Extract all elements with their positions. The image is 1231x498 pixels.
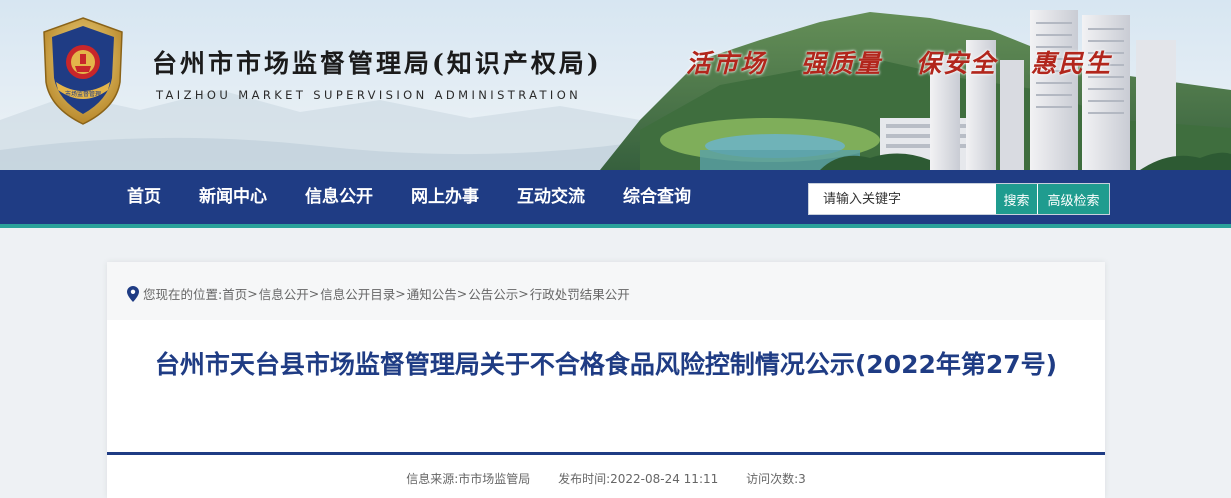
location-pin-icon <box>127 285 139 302</box>
nav-item-query[interactable]: 综合查询 <box>604 170 710 224</box>
nav-item-info-disclosure[interactable]: 信息公开 <box>286 170 392 224</box>
publish-time: 发布时间:2022-08-24 11:11 <box>558 472 719 486</box>
slogan: 活市场 <box>686 49 768 78</box>
breadcrumb-prefix: 您现在的位置: <box>143 287 223 302</box>
nav-menu: 首页 新闻中心 信息公开 网上办事 互动交流 综合查询 <box>108 170 710 224</box>
breadcrumb-bar: 您现在的位置: 首页 > 信息公开 > 信息公开目录 > 通知公告 > 公告公示 > 行政… <box>107 262 1105 320</box>
search-bar: 搜索 高级检索 <box>808 183 1110 215</box>
nav-item-news[interactable]: 新闻中心 <box>180 170 286 224</box>
search-button[interactable]: 搜索 <box>995 184 1037 214</box>
breadcrumb-announcements[interactable]: 公告公示 <box>468 284 518 303</box>
breadcrumb-info-disclosure[interactable]: 信息公开 <box>259 284 309 303</box>
info-source: 信息来源:市市场监管局 <box>406 472 531 486</box>
slogan-group: 活市场 强质量 保安全 惠民生 <box>686 44 1112 80</box>
breadcrumb-separator: > <box>456 286 468 301</box>
breadcrumb-separator: > <box>395 286 406 301</box>
nav-item-home[interactable]: 首页 <box>108 170 180 224</box>
breadcrumb-separator: > <box>247 286 258 301</box>
article-title: 台州市天台县市场监督管理局关于不合格食品风险控制情况公示(2022年第27号) <box>154 350 1058 379</box>
nav-item-online-services[interactable]: 网上办事 <box>392 170 498 224</box>
advanced-search-button[interactable]: 高级检索 <box>1037 184 1109 214</box>
article-card: 您现在的位置: 首页 > 信息公开 > 信息公开目录 > 通知公告 > 公告公示 > 行政… <box>107 262 1105 498</box>
nav-item-interaction[interactable]: 互动交流 <box>498 170 604 224</box>
search-input[interactable] <box>809 184 995 214</box>
breadcrumb-info-catalog[interactable]: 信息公开目录 <box>320 284 395 303</box>
header-banner: 市场监督管理 台州市市场监督管理局(知识产权局) TAIZHOU MARKET … <box>0 0 1231 170</box>
breadcrumb-separator: > <box>518 286 529 301</box>
breadcrumb: 您现在的位置: 首页 > 信息公开 > 信息公开目录 > 通知公告 > 公告公示 > 行政… <box>127 284 630 303</box>
site-subtitle: TAIZHOU MARKET SUPERVISION ADMINISTRATIO… <box>156 88 582 102</box>
article-meta: 信息来源:市市场监管局 发布时间:2022-08-24 11:11 访问次数:3 <box>107 470 1105 487</box>
visit-count: 访问次数:3 <box>746 472 806 486</box>
city-landscape-image <box>0 0 1231 170</box>
emblem-logo: 市场监督管理 <box>43 17 123 125</box>
slogan: 强质量 <box>801 49 883 78</box>
slogan: 保安全 <box>916 49 998 78</box>
breadcrumb-penalty-results[interactable]: 行政处罚结果公开 <box>530 284 630 303</box>
breadcrumb-separator: > <box>308 286 320 301</box>
title-divider <box>107 452 1105 455</box>
svg-text:市场监督管理: 市场监督管理 <box>65 90 101 98</box>
slogan: 惠民生 <box>1031 49 1113 78</box>
site-title: 台州市市场监督管理局(知识产权局) <box>152 49 602 78</box>
breadcrumb-notices[interactable]: 通知公告 <box>407 284 457 303</box>
breadcrumb-home[interactable]: 首页 <box>222 284 247 303</box>
